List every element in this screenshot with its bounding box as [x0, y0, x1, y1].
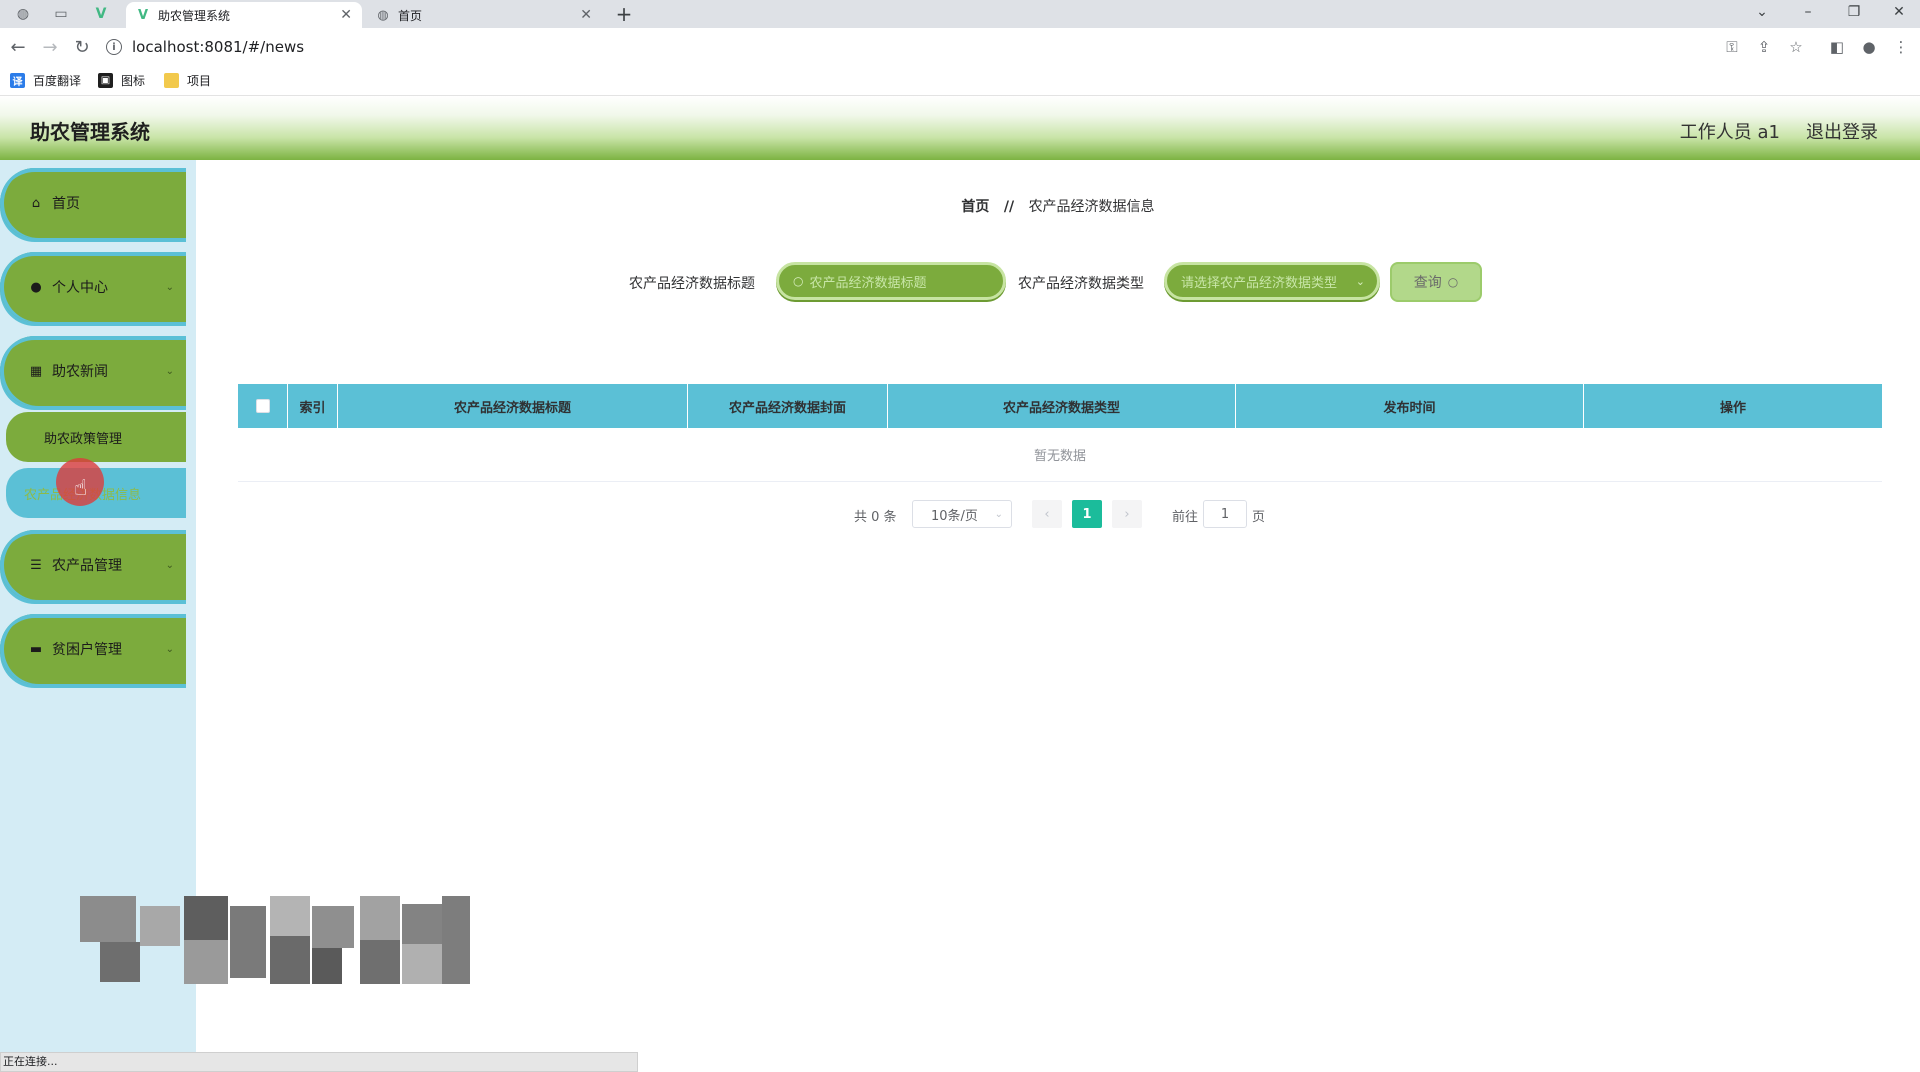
sidebar-item-news[interactable]: ▦ 助农新闻 ⌄ — [0, 336, 186, 406]
pagination-total: 共 0 条 — [854, 510, 897, 525]
key-icon[interactable]: ⚿ — [1722, 37, 1742, 57]
query-button[interactable]: 查询 ○ — [1390, 262, 1482, 302]
forward-button[interactable]: → — [38, 35, 62, 59]
vue-tab-icon[interactable]: V — [86, 0, 116, 28]
url-text: localhost:8081/#/news — [132, 38, 305, 56]
monitor-icon: ▬ — [29, 641, 43, 657]
chevron-down-icon: ⌄ — [165, 559, 174, 571]
grid-icon: ▦ — [29, 363, 43, 379]
goto-page-input[interactable]: 1 — [1203, 500, 1247, 528]
browser-tab-bar: ◍ ▭ V V 助农管理系统 ✕ ◍ 首页 ✕ + ⌄ – ❐ ✕ — [0, 0, 1920, 28]
restore-button[interactable]: ❐ — [1833, 0, 1875, 24]
empty-table-message: 暂无数据 — [238, 428, 1882, 482]
user-label: 工作人员 a1 — [1679, 122, 1780, 143]
window-close-button[interactable]: ✕ — [1878, 0, 1920, 24]
folder-icon — [164, 73, 179, 88]
new-tab-button[interactable]: + — [612, 2, 636, 26]
tab-active[interactable]: V 助农管理系统 ✕ — [126, 2, 362, 28]
prev-page-button[interactable]: ‹ — [1032, 500, 1062, 528]
query-button-label: 查询 — [1413, 275, 1442, 291]
page-size-value: 10条/页 — [931, 508, 978, 524]
tab-title: 首页 — [398, 8, 423, 23]
close-icon[interactable]: ✕ — [340, 7, 352, 23]
menu-dots-icon[interactable]: ⋮ — [1891, 37, 1911, 57]
bookmark-label: 百度翻译 — [33, 74, 82, 88]
chevron-down-icon: ⌄ — [1355, 274, 1365, 288]
column-header: 农产品经济数据标题 — [338, 384, 688, 428]
title-search-input[interactable]: ○ 农产品经济数据标题 — [776, 262, 1006, 300]
logout-link[interactable]: 退出登录 — [1806, 118, 1878, 144]
search-icon: ○ — [1447, 275, 1459, 289]
bookmark-label: 项目 — [187, 74, 212, 88]
minimize-button[interactable]: – — [1787, 0, 1829, 24]
bookmark-icons[interactable]: ▣ 图标 — [98, 72, 145, 89]
type-select[interactable]: 请选择农产品经济数据类型 ⌄ — [1164, 262, 1380, 300]
translate-icon: 译 — [10, 73, 25, 88]
column-header: 发布时间 — [1236, 384, 1584, 428]
chevron-down-icon: ⌄ — [165, 365, 174, 377]
star-icon[interactable]: ☆ — [1786, 37, 1806, 57]
bookmark-project[interactable]: 项目 — [164, 72, 211, 89]
sidebar-item-households[interactable]: ▬ 贫困户管理 ⌄ — [0, 614, 186, 684]
sidepanel-icon[interactable]: ◧ — [1827, 37, 1847, 57]
select-all-cell — [238, 384, 288, 428]
status-bar: 正在连接... — [0, 1052, 638, 1072]
sidebar-subitem-policy[interactable]: 助农政策管理 — [6, 412, 186, 462]
tab-title: 助农管理系统 — [158, 8, 231, 23]
share-icon[interactable]: ⇪ — [1754, 37, 1774, 57]
column-header: 操作 — [1719, 400, 1746, 416]
title-search-placeholder: 农产品经济数据标题 — [809, 275, 927, 291]
sidebar-item-products[interactable]: ☰ 农产品管理 ⌄ — [0, 530, 186, 600]
bookmark-translate[interactable]: 译 百度翻译 — [10, 72, 81, 89]
sidebar-item-label: 贫困户管理 — [52, 642, 122, 658]
title-filter-label: 农产品经济数据标题 — [629, 276, 755, 292]
page-suffix-label: 页 — [1252, 510, 1266, 525]
reload-button[interactable]: ↻ — [70, 35, 94, 59]
breadcrumb-current: 农产品经济数据信息 — [1028, 199, 1155, 215]
data-table: 索引 农产品经济数据标题 农产品经济数据封面 农产品经济数据类型 发布时间 操作… — [238, 384, 1882, 482]
info-icon[interactable]: i — [106, 39, 122, 55]
bookmark-label: 图标 — [121, 74, 146, 88]
search-icon: ○ — [793, 274, 804, 288]
sidebar-item-label: 助农新闻 — [52, 364, 108, 380]
address-bar[interactable]: i localhost:8081/#/news — [106, 33, 1766, 61]
image-icon: ▣ — [98, 73, 113, 88]
blank-tab-icon[interactable]: ▭ — [46, 0, 76, 28]
profile-icon[interactable]: ● — [1859, 37, 1879, 57]
pagination: 共 0 条 10条/页 ⌄ ‹ 1 › 前往 1 页 — [0, 500, 1920, 528]
column-header: 索引 — [288, 384, 338, 428]
next-page-button[interactable]: › — [1112, 500, 1142, 528]
globe-icon[interactable]: ◍ — [8, 0, 38, 28]
breadcrumb-home[interactable]: 首页 — [961, 199, 989, 215]
breadcrumb-separator: // — [1003, 199, 1015, 215]
app-header: 助农管理系统 工作人员 a1 退出登录 — [0, 96, 1920, 160]
type-select-placeholder: 请选择农产品经济数据类型 — [1181, 275, 1338, 291]
tab-home[interactable]: ◍ 首页 ✕ — [366, 2, 602, 28]
list-icon: ☰ — [30, 557, 42, 573]
page-number-current[interactable]: 1 — [1072, 500, 1102, 528]
goto-label: 前往 — [1172, 510, 1199, 525]
select-all-checkbox[interactable] — [255, 399, 270, 413]
pixelated-watermark — [80, 896, 472, 988]
page-size-select[interactable]: 10条/页 ⌄ — [912, 500, 1012, 528]
vue-icon: V — [137, 7, 149, 23]
globe-icon: ◍ — [377, 7, 389, 23]
breadcrumb: 首页 // 农产品经济数据信息 — [0, 196, 1920, 216]
bookmarks-bar: 译 百度翻译 ▣ 图标 项目 — [0, 66, 1920, 96]
sidebar-subitem-label: 助农政策管理 — [44, 431, 123, 447]
chevron-down-icon: ⌄ — [165, 643, 174, 655]
type-filter-label: 农产品经济数据类型 — [1018, 276, 1144, 292]
table-header: 索引 农产品经济数据标题 农产品经济数据封面 农产品经济数据类型 发布时间 操作 — [238, 384, 1882, 428]
back-button[interactable]: ← — [6, 35, 30, 59]
search-form: 农产品经济数据标题 ○ 农产品经济数据标题 农产品经济数据类型 请选择农产品经济… — [0, 262, 1920, 302]
close-icon[interactable]: ✕ — [580, 7, 592, 23]
sidebar-item-label: 农产品管理 — [52, 558, 122, 574]
column-header: 农产品经济数据封面 — [688, 384, 888, 428]
hand-cursor-icon: ☝ — [74, 476, 88, 501]
chevron-down-icon: ⌄ — [994, 508, 1003, 520]
app-title: 助农管理系统 — [30, 120, 150, 144]
browser-toolbar: ← → ↻ i localhost:8081/#/news ⚿ ⇪ ☆ ◧ ● … — [0, 28, 1920, 66]
tab-search-icon[interactable]: ⌄ — [1741, 0, 1783, 24]
column-header: 农产品经济数据类型 — [888, 384, 1236, 428]
